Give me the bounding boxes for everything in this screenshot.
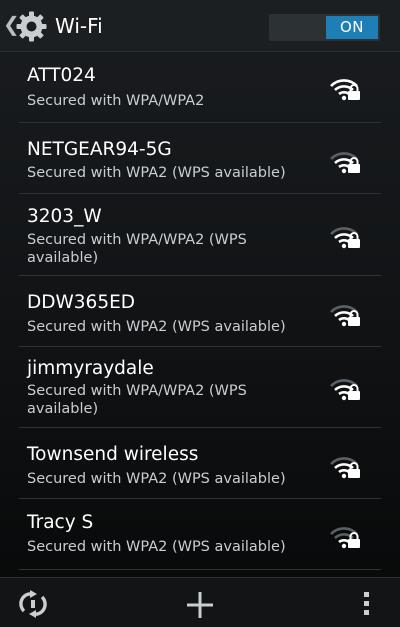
wifi-toggle-on-label: ON — [326, 16, 378, 39]
wifi-signal-locked-icon — [330, 457, 360, 479]
network-ssid: jimmyraydale — [27, 358, 154, 379]
network-security: Secured with WPA/WPA2 — [27, 93, 205, 109]
add-icon — [187, 592, 213, 618]
network-security: Secured with WPA/WPA2 (WPS available) — [27, 383, 247, 417]
wifi-toggle[interactable]: ON — [269, 14, 380, 41]
wifi-signal-locked-icon — [330, 527, 360, 549]
network-security: Secured with WPA/WPA2 (WPS available) — [27, 232, 247, 266]
page-title: Wi-Fi — [55, 14, 103, 38]
network-item[interactable]: 3203_W Secured with WPA/WPA2 (WPS availa… — [0, 194, 400, 276]
wifi-signal-locked-icon — [330, 379, 360, 401]
wifi-signal-locked-icon — [330, 227, 360, 249]
wps-push-icon — [19, 590, 47, 618]
network-item[interactable]: ATT024 Secured with WPA/WPA2 — [0, 52, 400, 123]
add-network-button[interactable] — [165, 578, 235, 627]
network-item[interactable]: jimmyraydale Secured with WPA/WPA2 (WPS … — [0, 347, 400, 428]
overflow-menu-icon — [364, 592, 369, 615]
bottom-action-bar — [0, 577, 400, 627]
action-bar: ❮ Wi-Fi ON — [0, 0, 400, 52]
overflow-menu-button[interactable] — [345, 578, 400, 627]
wifi-signal-locked-icon — [330, 79, 360, 101]
network-ssid: 3203_W — [27, 206, 102, 227]
network-ssid: NETGEAR94-5G — [27, 139, 172, 160]
network-ssid: Townsend wireless — [27, 444, 199, 465]
wps-push-button[interactable] — [0, 578, 68, 627]
network-ssid: Tracy S — [27, 512, 94, 533]
network-list: ATT024 Secured with WPA/WPA2 NETGEAR94-5… — [0, 52, 400, 570]
network-item[interactable]: Townsend wireless Secured with WPA2 (WPS… — [0, 428, 400, 499]
wifi-signal-locked-icon — [330, 305, 360, 327]
network-security: Secured with WPA2 (WPS available) — [27, 539, 286, 555]
network-security: Secured with WPA2 (WPS available) — [27, 319, 286, 335]
network-ssid: ATT024 — [27, 65, 96, 86]
network-item[interactable]: DDW365ED Secured with WPA2 (WPS availabl… — [0, 276, 400, 347]
network-security: Secured with WPA2 (WPS available) — [27, 165, 286, 181]
network-ssid: DDW365ED — [27, 292, 136, 313]
wifi-signal-locked-icon — [330, 152, 360, 174]
network-item[interactable]: Tracy S Secured with WPA2 (WPS available… — [0, 499, 400, 570]
gear-icon[interactable] — [15, 10, 48, 43]
network-security: Secured with WPA2 (WPS available) — [27, 471, 286, 487]
network-item[interactable]: NETGEAR94-5G Secured with WPA2 (WPS avai… — [0, 123, 400, 194]
